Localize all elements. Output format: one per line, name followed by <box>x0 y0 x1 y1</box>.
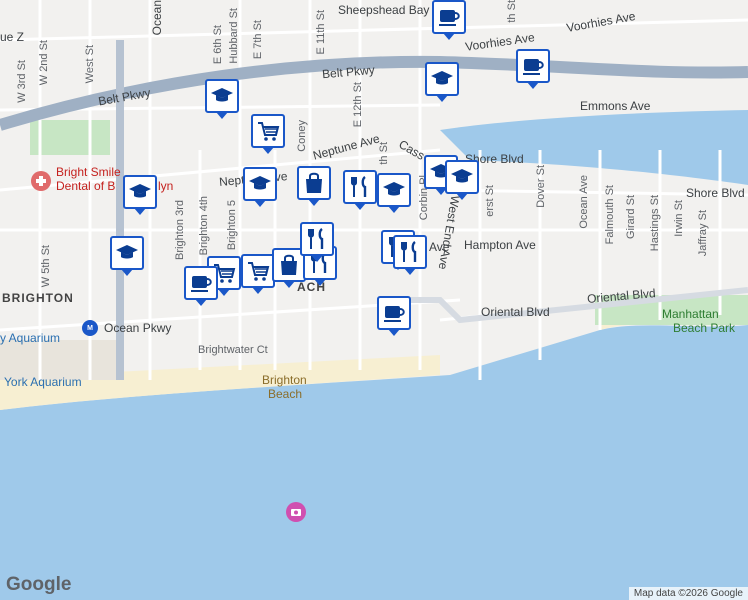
road-jaffray-st: Jaffray St <box>697 210 709 257</box>
dental-clinic-icon[interactable] <box>31 171 51 191</box>
road-brighton-3rd: Brighton 3rd <box>174 200 186 260</box>
beach-brighton-1: Brighton <box>262 373 307 387</box>
shopping-bag-marker-icon[interactable] <box>297 166 331 206</box>
road-ocean-ave: Ocean Ave <box>578 175 590 229</box>
map-canvas[interactable]: Sheepshead Bay Voorhies Ave Voorhies Ave… <box>0 0 748 600</box>
park-manhattan-beach-1: Manhattan <box>662 307 719 321</box>
road-irwin-st: Irwin St <box>673 200 685 237</box>
road-ocean-pkwy: Ocean Pkwy <box>104 321 172 335</box>
restaurant-marker-icon[interactable] <box>393 235 427 275</box>
road-th-st-2: th St <box>378 142 390 165</box>
road-hastings-st: Hastings St <box>649 195 661 252</box>
place-sheepshead-bay: Sheepshead Bay <box>338 3 430 17</box>
road-hubbard: Hubbard St <box>228 8 240 64</box>
coffee-marker-icon[interactable] <box>184 266 218 306</box>
school-marker-icon[interactable] <box>445 160 479 200</box>
coffee-marker-icon[interactable] <box>432 0 466 40</box>
road-brightwater-ct: Brightwater Ct <box>198 344 268 356</box>
beach-brighton-2: Beach <box>268 387 303 401</box>
poi-bright-smile-2[interactable]: Dental of B <box>56 179 115 193</box>
school-marker-icon[interactable] <box>110 236 144 276</box>
school-marker-icon[interactable] <box>377 173 411 213</box>
google-logo: Google <box>6 574 72 595</box>
restaurant-marker-icon[interactable] <box>343 170 377 210</box>
poi-bright-smile-2b[interactable]: lyn <box>158 179 173 193</box>
road-w-5th: W 5th St <box>40 245 52 288</box>
road-brighton-5: Brighton 5 <box>226 200 238 251</box>
poi-york-aquarium[interactable]: York Aquarium <box>4 375 82 389</box>
sheepshead-bay-water <box>440 110 748 185</box>
road-oriental-blvd: Oriental Blvd <box>481 305 550 319</box>
road-e-7th: E 7th St <box>252 20 264 60</box>
medical-cross-icon <box>36 176 46 186</box>
road-girard-st: Girard St <box>625 195 637 240</box>
map-attribution[interactable]: Map data ©2026 Google <box>628 587 748 600</box>
aquarium-grounds <box>0 340 120 380</box>
coffee-marker-icon[interactable] <box>377 296 411 336</box>
restaurant-marker-icon[interactable] <box>300 222 334 262</box>
school-marker-icon[interactable] <box>205 79 239 119</box>
road-e-11th: E 11th St <box>315 10 327 55</box>
road-west-st: West St <box>84 45 96 84</box>
park-area <box>30 120 110 155</box>
road-ocean: Ocean <box>150 0 164 36</box>
road-hampton-ave: Hampton Ave <box>464 238 536 252</box>
school-marker-icon[interactable] <box>123 175 157 215</box>
road-ue-z: ue Z <box>0 30 25 44</box>
road-shore-blvd-east: Shore Blvd <box>686 186 745 200</box>
road-emmons-ave: Emmons Ave <box>580 99 651 113</box>
neighborhood-brighton: BRIGHTON <box>2 291 74 305</box>
road-th-st: th St <box>506 0 518 23</box>
poi-aquarium-short[interactable]: y Aquarium <box>0 331 60 345</box>
school-marker-icon[interactable] <box>243 167 277 207</box>
road-falmouth-st: Falmouth St <box>604 185 616 245</box>
school-marker-icon[interactable] <box>425 62 459 102</box>
shopping-cart-marker-icon[interactable] <box>241 254 275 294</box>
coffee-marker-icon[interactable] <box>516 49 550 89</box>
poi-bright-smile-1[interactable]: Bright Smile <box>56 165 121 179</box>
road-coney: Coney <box>296 120 308 152</box>
road-dover-st: Dover St <box>535 165 547 208</box>
road-brighton-4th: Brighton 4th <box>198 196 210 256</box>
park-manhattan-beach-2: Beach Park <box>673 321 736 335</box>
road-e-6th: E 6th St <box>212 25 224 65</box>
road-w-3rd: W 3rd St <box>16 60 28 103</box>
road-amherst-st: erst St <box>484 185 496 217</box>
camera-poi-icon[interactable] <box>286 502 306 522</box>
shopping-cart-marker-icon[interactable] <box>251 114 285 154</box>
road-e-12th: E 12th St <box>352 82 364 128</box>
road-w-2nd: W 2nd St <box>38 40 50 86</box>
subway-station-icon[interactable]: M <box>82 320 98 336</box>
